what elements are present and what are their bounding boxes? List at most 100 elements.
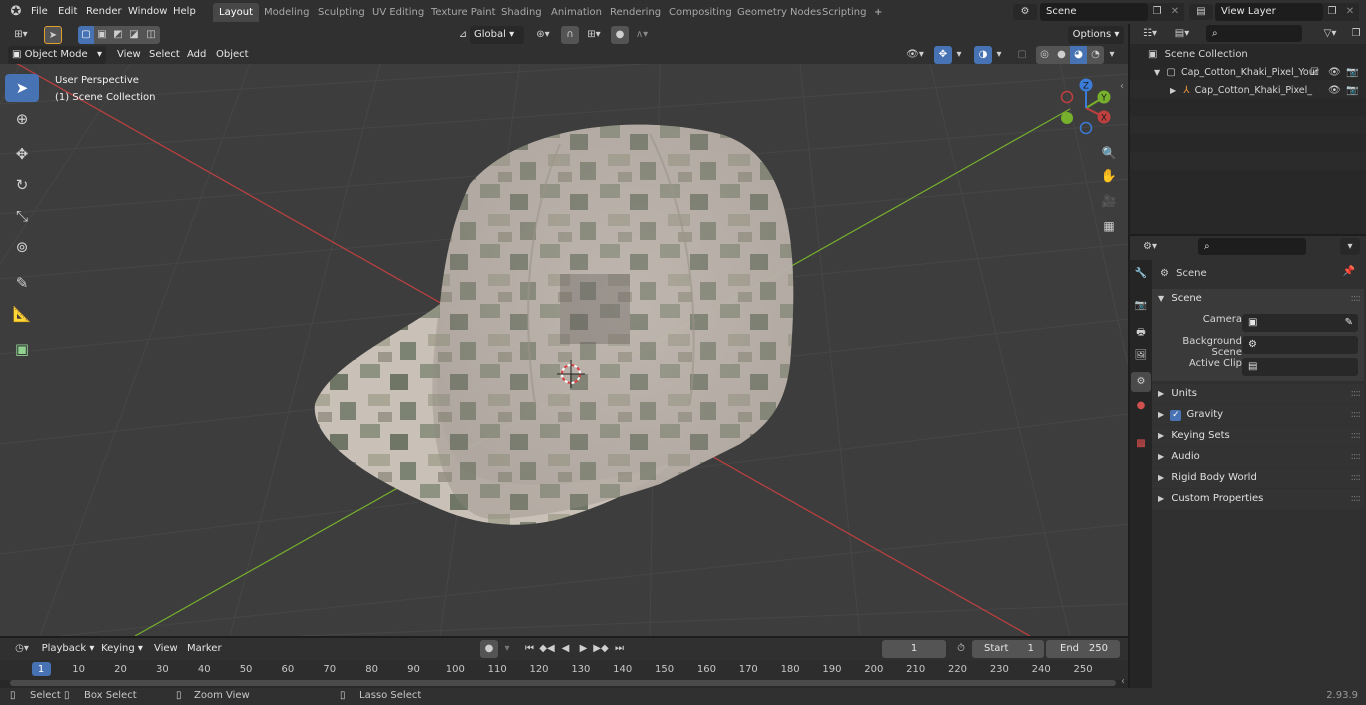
rigid-body-world-panel-header[interactable]: ▶ Rigid Body World :::: xyxy=(1152,468,1364,488)
timeline-sidebar-toggle-icon[interactable]: ‹ xyxy=(1118,676,1128,688)
measure-tool-icon[interactable]: 📐 xyxy=(5,300,39,328)
auto-keying-icon[interactable]: ● xyxy=(480,640,498,658)
pan-view-icon[interactable]: ✋ xyxy=(1098,166,1120,188)
add-cube-tool-icon[interactable]: ▣ xyxy=(5,335,39,363)
keying-sets-panel-header[interactable]: ▶ Keying Sets :::: xyxy=(1152,426,1364,446)
menu-select[interactable]: Select xyxy=(145,46,184,64)
proportional-edit-icon[interactable]: ● xyxy=(611,26,629,44)
gizmo-toggle-icon[interactable]: ✥ xyxy=(934,46,952,64)
scale-tool-icon[interactable]: ⤡ xyxy=(5,202,39,230)
render-tab-icon[interactable]: 📷 xyxy=(1133,300,1149,311)
shading-solid-icon[interactable]: ● xyxy=(1053,46,1070,64)
panel-drag-handle-icon[interactable]: :::: xyxy=(1351,289,1362,309)
properties-editor-type-icon[interactable]: ⚙▾ xyxy=(1136,239,1164,255)
visibility-eye-icon[interactable]: 👁 xyxy=(1328,64,1341,82)
outliner-editor-type-icon[interactable]: ☷▾ xyxy=(1136,26,1164,42)
overlays-toggle-icon[interactable]: ◑ xyxy=(974,46,992,64)
close-scene-icon[interactable]: ✕ xyxy=(1166,3,1184,21)
zoom-view-icon[interactable]: 🔍 xyxy=(1098,142,1120,164)
tab-layout[interactable]: Layout xyxy=(213,3,259,22)
xray-toggle-icon[interactable]: ▢ xyxy=(1013,46,1031,64)
select-mode-extend-icon[interactable]: ▣ xyxy=(94,26,110,44)
keying-dropdown[interactable]: Keying ▾ xyxy=(98,640,146,658)
tab-scripting[interactable]: Scripting xyxy=(816,3,872,22)
select-tool-icon[interactable]: ➤ xyxy=(44,26,62,44)
jump-start-icon[interactable]: ⏮ xyxy=(521,640,538,658)
units-panel-header[interactable]: ▶ Units :::: xyxy=(1152,384,1364,404)
options-dropdown[interactable]: Options ▾ xyxy=(1068,26,1124,44)
tab-animation[interactable]: Animation xyxy=(545,3,608,22)
falloff-icon[interactable]: ∧▾ xyxy=(631,27,653,43)
menu-render[interactable]: Render xyxy=(82,3,126,21)
close-view-layer-icon[interactable]: ✕ xyxy=(1341,3,1359,21)
select-mode-intersect-icon[interactable]: ◫ xyxy=(142,26,160,44)
new-scene-icon[interactable]: ❐ xyxy=(1148,3,1166,21)
snap-target-icon[interactable]: ⊞▾ xyxy=(581,27,607,43)
move-tool-icon[interactable]: ✥ xyxy=(5,140,39,168)
play-reverse-icon[interactable]: ◀ xyxy=(557,640,574,658)
new-view-layer-icon[interactable]: ❐ xyxy=(1323,3,1341,21)
expand-arrow-icon[interactable]: ▼ xyxy=(1154,64,1160,82)
tab-compositing[interactable]: Compositing xyxy=(663,3,738,22)
scene-icon[interactable]: ⚙ xyxy=(1013,4,1037,20)
visibility-selectability-icon[interactable]: 👁▾ xyxy=(902,46,928,64)
play-icon[interactable]: ▶ xyxy=(575,640,592,658)
sidebar-toggle-icon[interactable]: ‹ xyxy=(1117,80,1127,94)
gravity-panel-header[interactable]: ▶ ✓ Gravity :::: xyxy=(1152,405,1364,425)
scene-name-field[interactable]: Scene xyxy=(1040,3,1148,21)
select-mode-invert-icon[interactable]: ◪ xyxy=(126,26,142,44)
tab-rendering[interactable]: Rendering xyxy=(604,3,667,22)
camera-view-icon[interactable]: 🎥 xyxy=(1098,190,1120,212)
view-layer-tab-icon[interactable]: 🖼 xyxy=(1133,350,1149,361)
camera-field[interactable]: ▣ ✎ xyxy=(1242,314,1358,332)
world-tab-icon[interactable]: ● xyxy=(1133,400,1149,411)
blender-logo-icon[interactable]: ✪ xyxy=(8,4,24,20)
menu-window[interactable]: Window xyxy=(124,3,171,21)
select-mode-subtract-icon[interactable]: ◩ xyxy=(110,26,126,44)
object-visibility-eye-icon[interactable]: 👁 xyxy=(1328,82,1341,100)
eyedropper-icon[interactable]: ✎ xyxy=(1345,314,1353,332)
tab-shading[interactable]: Shading xyxy=(495,3,548,22)
playback-dropdown[interactable]: Playback ▾ xyxy=(40,640,96,658)
object-mode-dropdown[interactable]: ▣ Object Mode ▾ xyxy=(8,46,106,64)
ortho-toggle-icon[interactable]: ▦ xyxy=(1098,215,1120,237)
units-drag-handle-icon[interactable]: :::: xyxy=(1351,384,1362,404)
render-camera-icon[interactable]: 📷 xyxy=(1346,64,1358,82)
menu-add[interactable]: Add xyxy=(183,46,210,64)
navigation-gizmo[interactable]: Y X Z xyxy=(1056,78,1116,138)
viewport-scene[interactable] xyxy=(0,64,1128,636)
tab-sculpting[interactable]: Sculpting xyxy=(312,3,371,22)
object-render-camera-icon[interactable]: 📷 xyxy=(1346,82,1358,100)
filter-icon[interactable]: ▽▾ xyxy=(1316,26,1344,42)
timeline-body[interactable]: 1 10 20 30 40 50 60 70 80 90 100 110 120 130 140 150 160… xyxy=(0,660,1128,688)
3d-viewport[interactable]: User Perspective (1) Scene Collection Y … xyxy=(0,64,1128,636)
exclude-checkbox-icon[interactable]: ☑ xyxy=(1310,64,1319,82)
pin-icon[interactable]: 📌 xyxy=(1342,266,1356,277)
end-frame-field[interactable]: End 250 xyxy=(1046,640,1120,658)
keying-set-dropdown-icon[interactable]: ▾ xyxy=(500,640,514,658)
gizmo-dropdown-icon[interactable]: ▾ xyxy=(953,46,965,64)
menu-edit[interactable]: Edit xyxy=(54,3,81,21)
timeline-menu-marker[interactable]: Marker xyxy=(183,640,226,658)
select-mode-new-icon[interactable]: ▢ xyxy=(78,26,94,44)
timeline-editor-type-icon[interactable]: ◷▾ xyxy=(8,641,36,657)
collapse-arrow-icon[interactable]: ▶ xyxy=(1170,82,1176,100)
outliner-scene-collection[interactable]: ▣ Scene Collection xyxy=(1148,46,1248,64)
rigid-body-drag-handle-icon[interactable]: :::: xyxy=(1351,468,1362,488)
custom-properties-drag-handle-icon[interactable]: :::: xyxy=(1351,489,1362,509)
audio-panel-header[interactable]: ▶ Audio :::: xyxy=(1152,447,1364,467)
outliner-item-collection[interactable]: ▼ ▢ Cap_Cotton_Khaki_Pixel_Your ☑ 👁 📷 xyxy=(1154,64,1364,82)
annotate-tool-icon[interactable]: ✎ xyxy=(5,269,39,297)
prev-keyframe-icon[interactable]: ◆◀ xyxy=(538,640,556,658)
current-frame-field[interactable]: 1 xyxy=(882,640,946,658)
background-scene-field[interactable]: ⚙ xyxy=(1242,336,1358,354)
view-layer-field[interactable]: View Layer xyxy=(1215,3,1323,21)
tab-uv-editing[interactable]: UV Editing xyxy=(366,3,430,22)
tab-texture-paint[interactable]: Texture Paint xyxy=(425,3,502,22)
snap-toggle-icon[interactable]: ∩ xyxy=(561,26,579,44)
orientation-dropdown[interactable]: Global ▾ xyxy=(470,26,524,44)
gravity-drag-handle-icon[interactable]: :::: xyxy=(1351,405,1362,425)
overlays-dropdown-icon[interactable]: ▾ xyxy=(993,46,1005,64)
menu-file[interactable]: File xyxy=(27,3,52,21)
shading-wireframe-icon[interactable]: ◎ xyxy=(1036,46,1053,64)
